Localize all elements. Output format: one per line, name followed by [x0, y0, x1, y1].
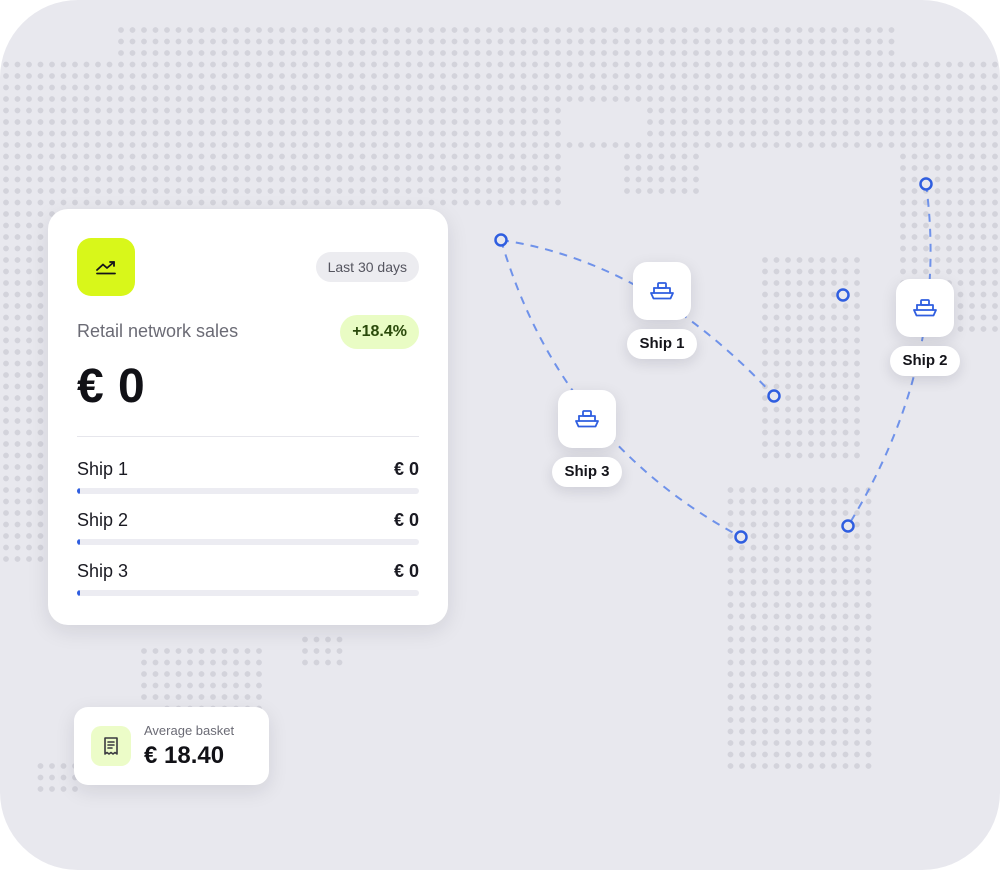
ship-progress-track: [77, 590, 419, 596]
ship-marker-3[interactable]: Ship 3: [542, 390, 632, 487]
ship-label: Ship 2: [890, 346, 960, 376]
ship-marker-1[interactable]: Ship 1: [617, 262, 707, 359]
ship-tile[interactable]: [896, 279, 954, 337]
port-node[interactable]: [841, 519, 855, 533]
ship-progress-fill: [77, 488, 81, 494]
ship-sales-row: Ship 2 € 0: [77, 510, 419, 548]
ship-progress-track: [77, 488, 419, 494]
ship-sales-row: Ship 3 € 0: [77, 561, 419, 599]
ship-tile[interactable]: [558, 390, 616, 448]
ship-progress-track: [77, 539, 419, 545]
port-node[interactable]: [836, 288, 850, 302]
ship-progress-fill: [77, 590, 81, 596]
ship-label: Ship 1: [627, 329, 697, 359]
ship-value: € 0: [393, 459, 419, 479]
trend-badge: [77, 238, 135, 296]
ship-name: Ship 3: [77, 561, 129, 581]
receipt-icon: [104, 737, 118, 755]
port-node[interactable]: [494, 233, 508, 247]
ship-name: Ship 1: [77, 459, 129, 479]
ship-icon: [913, 299, 937, 317]
basket-label: Average basket: [144, 723, 235, 738]
ship-tile[interactable]: [633, 262, 691, 320]
period-filter[interactable]: Last 30 days: [315, 252, 419, 282]
total-sales-value: € 0: [77, 360, 146, 413]
growth-badge: +18.4%: [340, 315, 419, 349]
ship-name: Ship 2: [77, 510, 129, 530]
retail-sales-card: Last 30 days Retail network sales +18.4%…: [48, 209, 448, 625]
ship-value: € 0: [393, 510, 419, 530]
ship-icon: [650, 282, 674, 300]
ship-marker-2[interactable]: Ship 2: [880, 279, 970, 376]
port-node[interactable]: [734, 530, 748, 544]
ship-progress-fill: [77, 539, 81, 545]
divider: [77, 436, 419, 437]
map-canvas: Ship 1 Ship 2 Ship 3 Last 30 days Retail…: [0, 0, 1000, 870]
basket-value: € 18.40: [144, 742, 225, 769]
ship-sales-row: Ship 1 € 0: [77, 459, 419, 497]
receipt-badge: [91, 726, 131, 766]
ship-value: € 0: [393, 561, 419, 581]
average-basket-card: Average basket € 18.40: [74, 707, 269, 785]
trending-up-icon: [96, 261, 116, 275]
port-node[interactable]: [919, 177, 933, 191]
ship-icon: [575, 410, 599, 428]
port-node[interactable]: [767, 389, 781, 403]
ship-label: Ship 3: [552, 457, 622, 487]
card-title: Retail network sales: [77, 321, 239, 341]
